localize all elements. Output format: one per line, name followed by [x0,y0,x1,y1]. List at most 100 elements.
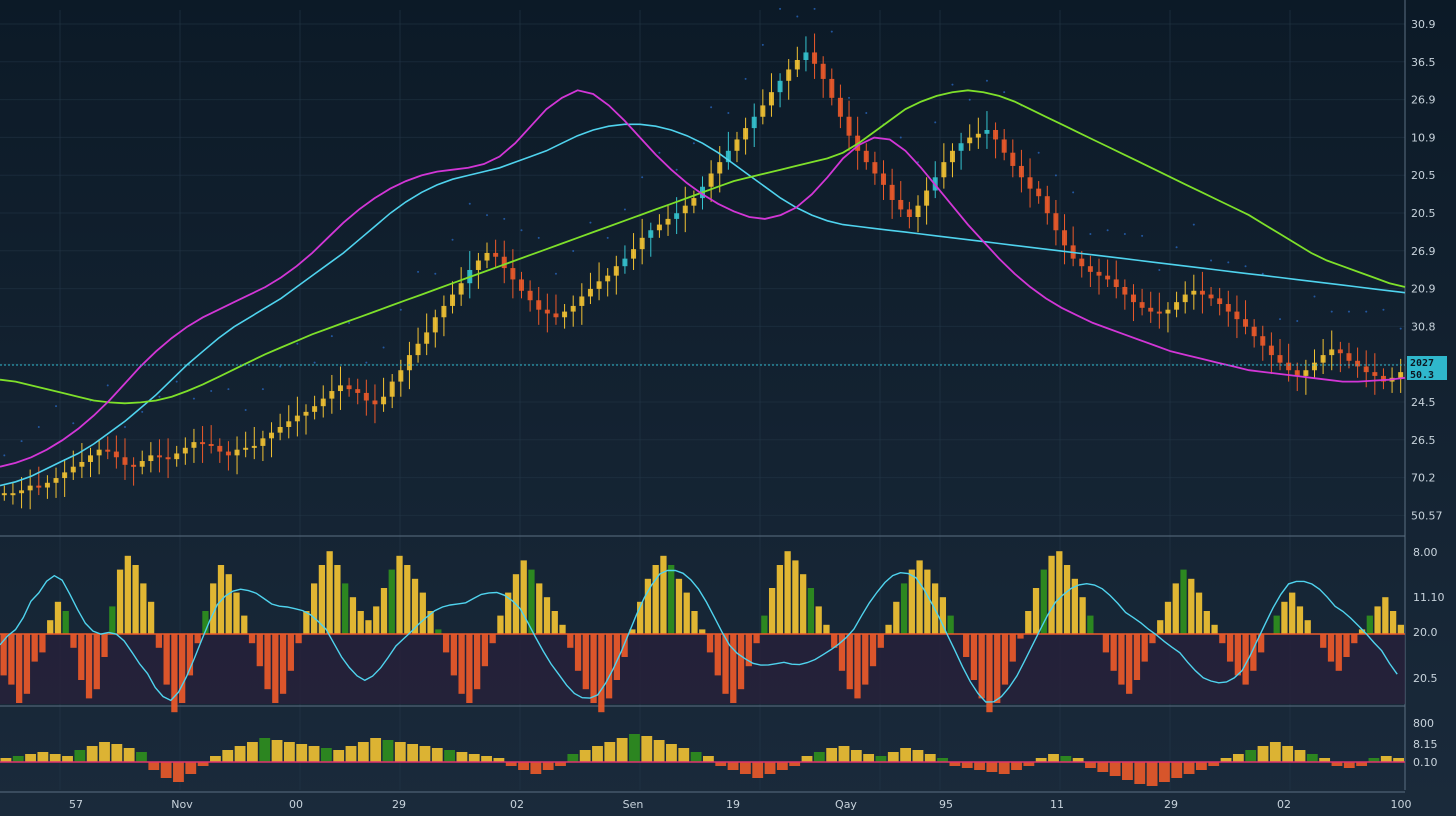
volume-dot [848,96,851,99]
volume-bar [1282,746,1294,762]
oscillator-bar [1397,624,1404,634]
oscillator-bar [1195,592,1203,634]
oscillator-bar [39,634,46,653]
volume-bar [1159,762,1170,782]
volume-dot [486,214,489,217]
candle-body [36,485,42,488]
oscillator-bar [1188,578,1195,634]
candle-body [708,173,714,187]
oscillator-bar [551,611,558,634]
volume-dot [55,405,58,408]
candle-body [768,92,774,106]
oscillator-bar [815,606,822,634]
volume-dot [365,361,368,364]
volume-bar [1122,762,1133,780]
oscillator-bar [287,634,294,671]
oscillator-bar [310,583,318,634]
volume-dot [399,308,402,311]
candle-body [596,281,602,289]
oscillator-bar [489,634,496,644]
oscillator-bar [1001,634,1009,685]
volume-bar [813,752,825,762]
price-tick-label: 20.5 [1411,169,1436,182]
volume-bar [1294,750,1306,762]
candle-body [286,421,292,427]
oscillator-bar [1281,601,1288,634]
volume-bar [382,740,394,762]
volume-bar [296,744,308,762]
volume-dot [1175,246,1178,249]
volume-dot [589,221,592,224]
candle-body [1225,304,1231,312]
candle-body [1320,355,1326,363]
oscillator-bar [761,615,768,634]
oscillator-bar [559,624,566,634]
oscillator-bar [1211,624,1218,634]
oscillator-bar [85,634,93,699]
volume-dot [348,321,351,324]
x-tick-label: 100 [1391,798,1412,811]
volume-dot [1227,261,1230,264]
oscillator-bar [1032,588,1040,634]
candle-body [993,129,999,140]
volume-bar [1343,762,1355,768]
oscillator-bar [1374,606,1381,634]
volume-bar [998,762,1010,774]
volume-bar [974,762,985,770]
oscillator-bar [893,601,900,634]
volume-dot [382,346,385,349]
candle-body [579,296,585,306]
oscillator-bar [295,634,302,644]
volume-bar [86,746,98,762]
volume-bar [481,756,492,762]
volume-bar [727,762,739,770]
oscillator-bar [730,634,737,703]
oscillator-bar [442,634,450,653]
volume-bar [394,742,406,762]
price-tick-label: 50.57 [1411,509,1443,522]
candle-body [1122,287,1128,295]
oscillator-bar [590,634,597,703]
trading-chart: 30.936.526.910.920.520.526.920.930.820.4… [0,0,1456,816]
candle-body [501,256,507,269]
candle-body [1303,370,1309,376]
candle-body [208,444,214,447]
candle-body [846,116,852,136]
volume-bar [160,762,172,778]
volume-bar [357,742,369,762]
oscillator-bar [1180,569,1187,634]
volume-bar [690,752,702,762]
candle-body [269,432,275,439]
oscillator-bar [101,634,108,657]
volume-bar [111,744,123,762]
volume-bar [776,762,788,770]
price-tag-label: 2027 [1410,358,1434,369]
candle-body [1044,196,1050,214]
oscillator-bar [466,634,473,703]
candle-body [1018,165,1024,178]
volume-bar [1257,746,1269,762]
candle-body [777,80,783,93]
volume-bar [259,738,271,762]
volume-bar [752,762,764,778]
candle-body [1105,275,1111,280]
volume-bar [703,756,714,762]
volume-bar [986,762,998,772]
candle-body [484,252,490,261]
oscillator-bar [753,634,760,644]
candle-body [156,455,162,458]
oscillator-bar [132,565,139,634]
volume-dot [951,83,954,86]
oscillator-tick-label: 20.0 [1413,626,1438,639]
oscillator-bar [1366,615,1373,634]
candle-body [165,457,171,460]
candle-body [174,453,180,460]
volume-dot [1054,174,1057,177]
oscillator-bar [1157,620,1164,634]
volume-dot [1106,229,1109,232]
oscillator-bar [675,578,683,634]
candle-body [518,279,524,291]
candle-body [1182,294,1188,303]
x-tick-label: 02 [1277,798,1291,811]
volume-bar [567,754,579,762]
